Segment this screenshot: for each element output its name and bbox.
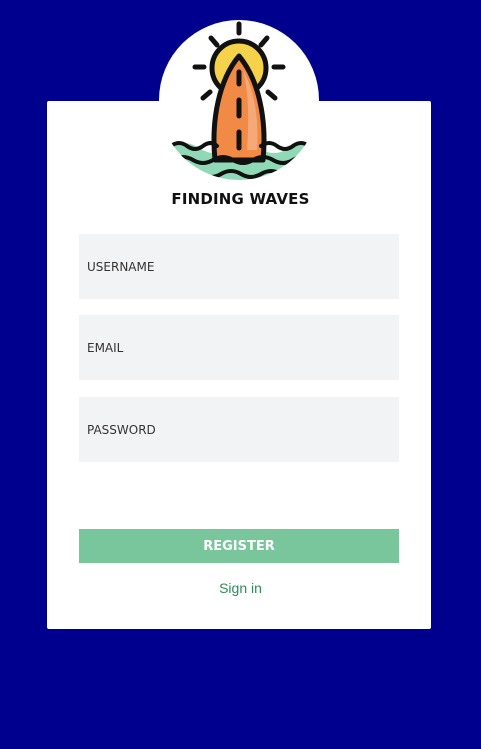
username-input[interactable]: [79, 234, 399, 299]
logo: [159, 20, 319, 180]
surfboard-sun-waves-icon: [169, 21, 311, 180]
sign-in-link[interactable]: Sign in: [0, 580, 481, 596]
email-input[interactable]: [79, 315, 399, 380]
register-button[interactable]: REGISTER: [79, 529, 399, 563]
password-input[interactable]: [79, 397, 399, 462]
brand-title: FINDING WAVES: [171, 190, 310, 208]
